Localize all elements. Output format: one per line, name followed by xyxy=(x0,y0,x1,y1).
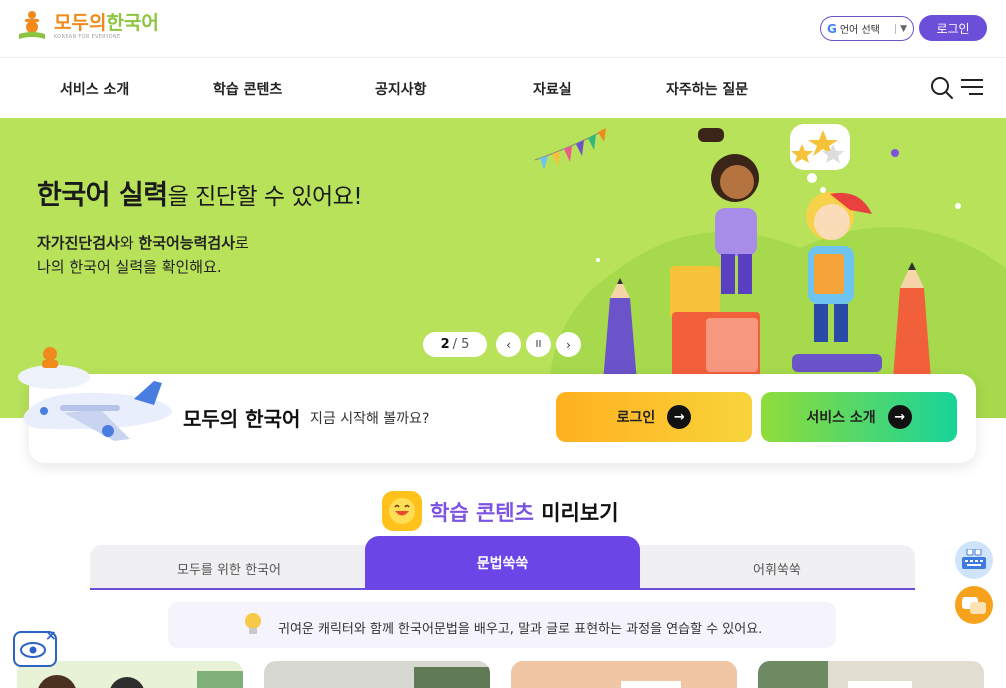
slide-pause-button[interactable]: II xyxy=(526,332,551,357)
airplane-illustration xyxy=(18,347,172,441)
tab-grammar[interactable]: 문법쑥쑥 xyxy=(365,536,640,589)
search-icon[interactable] xyxy=(930,76,954,100)
logo-text-part2: 한국어 xyxy=(106,11,159,34)
thumbnail-image xyxy=(758,661,912,688)
hero-sub-mid: 와 xyxy=(119,234,139,252)
top-bar: 모두의한국어 KOREAN FOR EVERYONE G 언어 선택 ▼ 로그인 xyxy=(0,0,1006,58)
tab-korean-for-all[interactable]: 모두를 위한 한국어 xyxy=(177,559,281,578)
pager-sep: / xyxy=(452,337,457,352)
start-text: 지금 시작해 볼까요? xyxy=(310,411,430,427)
logo-mark-icon xyxy=(19,11,45,39)
pager-total: 5 xyxy=(461,337,470,352)
hamburger-menu-icon[interactable] xyxy=(960,78,984,98)
preview-title: 학습 콘텐츠 미리보기 xyxy=(430,497,619,527)
hero-title: 한국어 실력을 진단할 수 있어요! xyxy=(37,173,363,212)
hero-sub-end: 로 xyxy=(235,234,249,252)
chevron-down-icon: ▼ xyxy=(895,23,907,34)
slide-pager: 2/ 5 xyxy=(423,332,487,357)
hero-subtitle-1: 자가진단검사와 한국어능력검사로 xyxy=(37,232,249,253)
preview-title-highlight: 학습 콘텐츠 xyxy=(430,501,534,525)
main-nav: 서비스 소개 학습 콘텐츠 공지사항 자료실 자주하는 질문 xyxy=(0,58,1006,118)
smiley-icon xyxy=(382,491,422,531)
login-cta-button[interactable]: 로그인 → xyxy=(556,392,752,442)
nav-item-contents[interactable]: 학습 콘텐츠 xyxy=(213,79,282,99)
start-brand: 모두의 한국어 xyxy=(178,403,305,434)
hero-sub-bold-2: 한국어능력검사 xyxy=(138,234,235,252)
preview-title-rest: 미리보기 xyxy=(533,501,619,525)
service-cta-button[interactable]: 서비스 소개 → xyxy=(761,392,957,442)
slide-next-button[interactable]: › xyxy=(556,332,581,357)
hero-sub-bold-1: 자가진단검사 xyxy=(37,234,120,252)
header-login-button[interactable]: 로그인 xyxy=(919,15,987,41)
arrow-right-icon: → xyxy=(667,405,692,429)
hero-title-rest: 을 진단할 수 있어요! xyxy=(167,184,363,210)
site-logo[interactable]: 모두의한국어 KOREAN FOR EVERYONE xyxy=(16,8,159,44)
language-select-label: 언어 선택 xyxy=(839,25,880,36)
hero-illustration xyxy=(534,124,1006,418)
slide-prev-button[interactable]: ‹ xyxy=(496,332,521,357)
thumbnail-image xyxy=(414,667,490,688)
logo-tagline: KOREAN FOR EVERYONE xyxy=(54,33,121,40)
arrow-right-icon: → xyxy=(887,405,912,429)
hero-subtitle-2: 나의 한국어 실력을 확인해요. xyxy=(37,258,222,276)
nav-item-library[interactable]: 자료실 xyxy=(533,79,572,99)
service-cta-label: 서비스 소개 xyxy=(806,410,876,426)
content-thumbnail[interactable] xyxy=(264,661,490,688)
logo-text-part1: 모두의 xyxy=(54,11,107,34)
lightbulb-icon xyxy=(245,613,261,634)
content-thumbnail[interactable] xyxy=(758,661,984,688)
hero-title-bold: 한국어 실력 xyxy=(37,180,168,211)
accessibility-close-icon[interactable]: × xyxy=(45,628,57,644)
nav-item-service[interactable]: 서비스 소개 xyxy=(60,79,129,99)
pager-current: 2 xyxy=(440,337,450,352)
login-cta-label: 로그인 xyxy=(616,410,656,426)
tab-vocabulary[interactable]: 어휘쑥쑥 xyxy=(753,559,801,578)
nav-item-notice[interactable]: 공지사항 xyxy=(375,79,427,99)
logo-text: 모두의한국어 xyxy=(54,13,159,33)
description-text: 귀여운 캐릭터와 함께 한국어문법을 배우고, 말과 글로 표현하는 과정을 연… xyxy=(278,622,763,637)
page: 모두의한국어 KOREAN FOR EVERYONE G 언어 선택 ▼ 로그인… xyxy=(0,0,1006,688)
content-thumbnail[interactable] xyxy=(511,661,737,688)
google-icon: G xyxy=(827,21,837,36)
nav-item-faq[interactable]: 자주하는 질문 xyxy=(666,79,748,99)
chat-icon[interactable] xyxy=(955,586,993,624)
language-select-button[interactable]: G 언어 선택 ▼ xyxy=(820,16,914,41)
keyboard-icon[interactable] xyxy=(955,541,993,579)
thumbnail-image xyxy=(511,661,737,688)
